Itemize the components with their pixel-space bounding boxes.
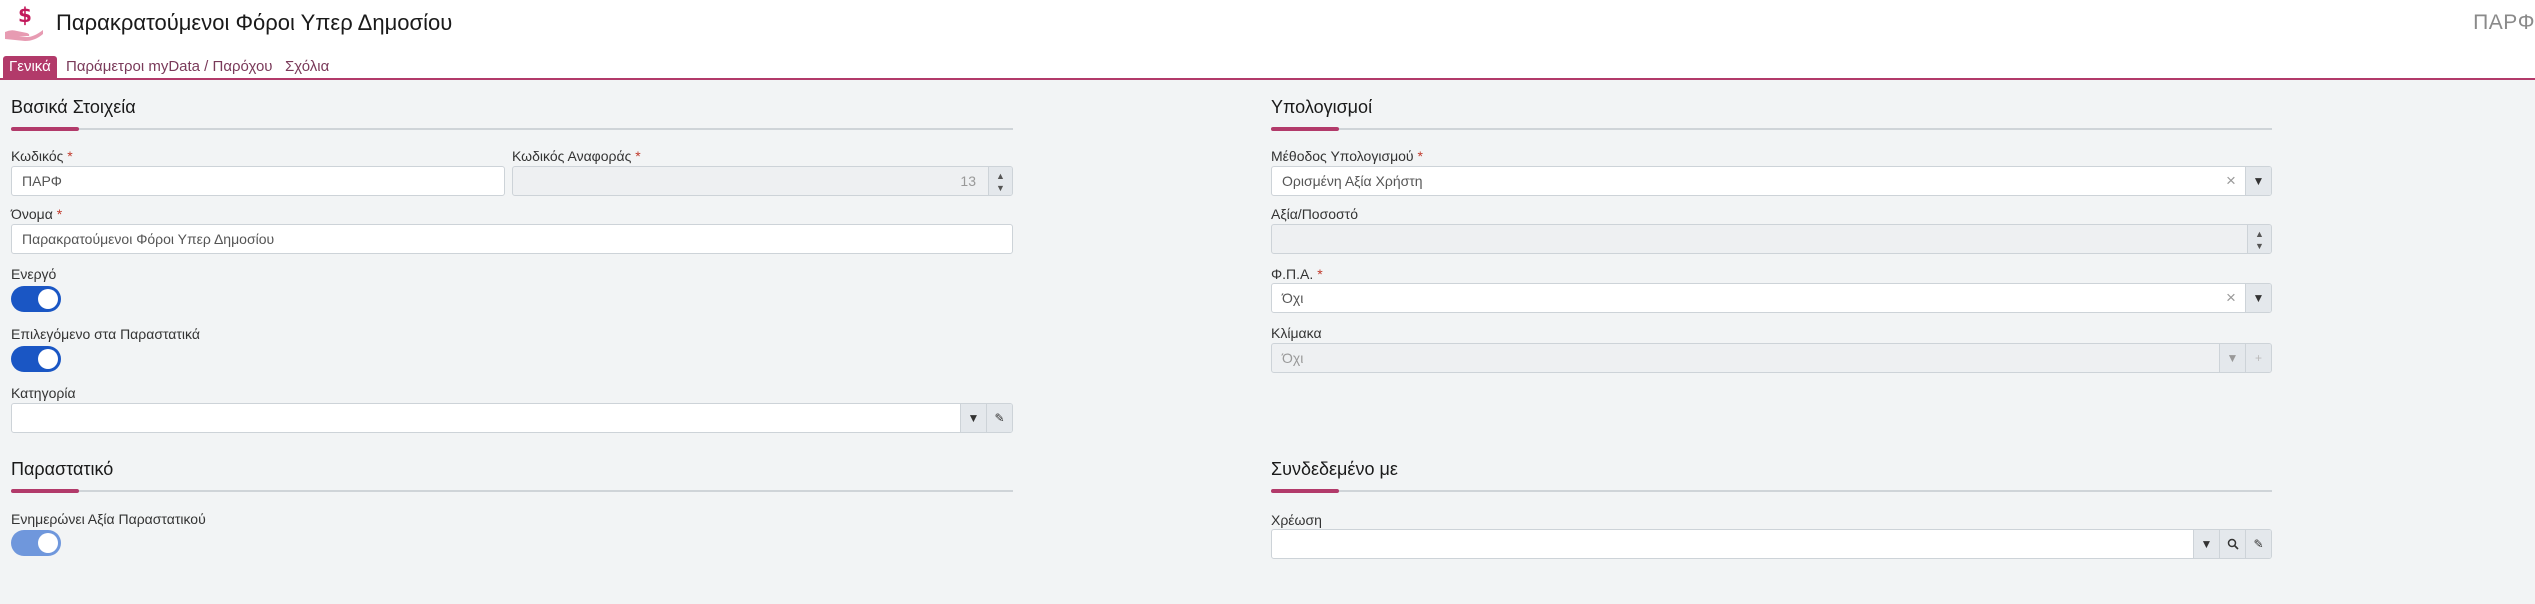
add-icon: + xyxy=(2245,344,2271,372)
chevron-down-icon[interactable]: ▼ xyxy=(2245,284,2271,312)
name-input[interactable]: Παρακρατούμενοι Φόροι Υπερ Δημοσίου xyxy=(11,224,1013,254)
tab-general[interactable]: Γενικά xyxy=(3,56,57,78)
page-title: Παρακρατούμενοι Φόροι Υπερ Δημοσίου xyxy=(56,10,453,35)
toggle-knob xyxy=(38,349,58,369)
active-toggle[interactable] xyxy=(11,286,61,312)
svg-text:$: $ xyxy=(18,3,32,27)
toggle-knob xyxy=(38,533,58,553)
method-value: Ορισμένη Αξία Χρήστη xyxy=(1282,173,1423,189)
vat-select[interactable]: Όχι × ▼ xyxy=(1271,283,2272,313)
tab-mydata-provider[interactable]: Παράμετροι myData / Παρόχου xyxy=(66,56,273,78)
updates-value-label: Ενημερώνει Αξία Παραστατικού xyxy=(11,511,206,527)
tab-comments[interactable]: Σχόλια xyxy=(285,56,329,78)
ref-code-value: 13 xyxy=(960,173,976,189)
value-percent-input: ▲ ▼ xyxy=(1271,224,2272,254)
preselected-label: Επιλεγόμενο στα Παραστατικά xyxy=(11,326,200,342)
spin-down-icon[interactable]: ▼ xyxy=(2255,242,2264,251)
chevron-down-icon: ▼ xyxy=(2219,344,2245,372)
category-label: Κατηγορία xyxy=(11,385,76,401)
scale-select: Όχι ▼ + xyxy=(1271,343,2272,373)
edit-pencil-icon[interactable]: ✎ xyxy=(2245,530,2271,558)
code-label: Κωδικός * xyxy=(11,148,73,164)
chevron-down-icon[interactable]: ▼ xyxy=(2245,167,2271,195)
clear-icon[interactable]: × xyxy=(2221,284,2241,312)
ref-code-stepper[interactable]: ▲ ▼ xyxy=(988,167,1012,195)
debit-select[interactable]: ▼ ✎ xyxy=(1271,529,2272,559)
preselected-toggle[interactable] xyxy=(11,346,61,372)
section-divider xyxy=(1271,490,2272,492)
search-icon[interactable] xyxy=(2219,530,2245,558)
dollar-hand-icon: $ xyxy=(5,3,43,41)
chevron-down-icon[interactable]: ▼ xyxy=(960,404,986,432)
debit-label: Χρέωση xyxy=(1271,512,1322,528)
section-basic-title: Βασικά Στοιχεία xyxy=(11,97,136,117)
tab-bar: Γενικά Παράμετροι myData / Παρόχου Σχόλι… xyxy=(0,56,2535,80)
section-divider xyxy=(11,490,1013,492)
scale-label: Κλίμακα xyxy=(1271,325,1322,341)
clear-icon[interactable]: × xyxy=(2221,167,2241,195)
ref-code-label: Κωδικός Αναφοράς * xyxy=(512,148,641,164)
vat-value: Όχι xyxy=(1282,290,1304,306)
section-calc-title: Υπολογισμοί xyxy=(1271,97,1373,117)
record-code-display: ΠΑΡΦ xyxy=(2473,11,2535,34)
spin-down-icon[interactable]: ▼ xyxy=(996,184,1005,193)
section-accent xyxy=(11,127,79,131)
code-input[interactable]: ΠΑΡΦ xyxy=(11,166,505,196)
method-label: Μέθοδος Υπολογισμού * xyxy=(1271,148,1423,164)
app-header: $ Παρακρατούμενοι Φόροι Υπερ Δημοσίου ΠΑ… xyxy=(0,0,2535,56)
name-label: Όνομα * xyxy=(11,206,63,222)
ref-code-input: 13 ▲ ▼ xyxy=(512,166,1013,196)
value-percent-stepper[interactable]: ▲ ▼ xyxy=(2247,225,2271,253)
chevron-down-icon[interactable]: ▼ xyxy=(2193,530,2219,558)
section-document-title: Παραστατικό xyxy=(11,459,114,479)
method-select[interactable]: Ορισμένη Αξία Χρήστη × ▼ xyxy=(1271,166,2272,196)
section-linked-title: Συνδεδεμένο με xyxy=(1271,459,1398,479)
scale-value: Όχι xyxy=(1282,350,1304,366)
section-divider xyxy=(11,128,1013,130)
vat-label: Φ.Π.Α. * xyxy=(1271,266,1323,282)
section-accent xyxy=(1271,489,1339,493)
updates-value-toggle[interactable] xyxy=(11,530,61,556)
section-divider xyxy=(1271,128,2272,130)
active-label: Ενεργό xyxy=(11,266,57,282)
spin-up-icon[interactable]: ▲ xyxy=(2255,230,2264,239)
section-accent xyxy=(1271,127,1339,131)
edit-pencil-icon[interactable]: ✎ xyxy=(986,404,1012,432)
value-percent-label: Αξία/Ποσοστό xyxy=(1271,206,1358,222)
section-accent xyxy=(11,489,79,493)
category-select[interactable]: ▼ ✎ xyxy=(11,403,1013,433)
toggle-knob xyxy=(38,289,58,309)
spin-up-icon[interactable]: ▲ xyxy=(996,172,1005,181)
